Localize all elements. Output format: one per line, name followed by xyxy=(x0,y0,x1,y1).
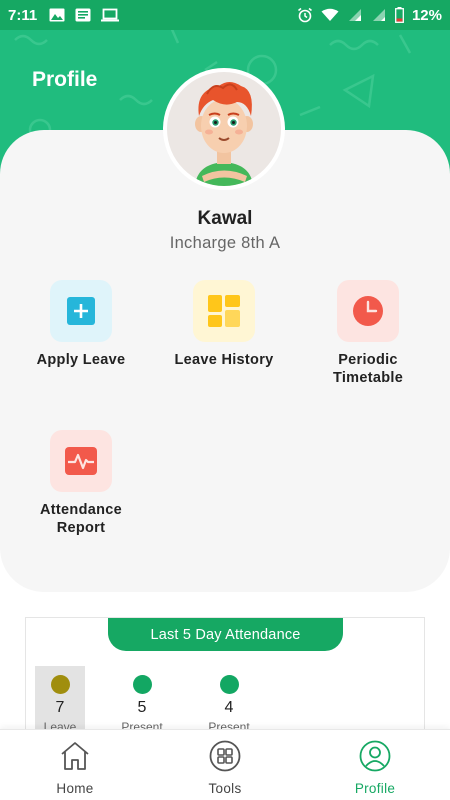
attendance-count: 5 xyxy=(137,699,147,716)
attendance-count: 4 xyxy=(224,699,234,716)
bottom-navigation: Home Tools Profile xyxy=(0,729,450,800)
image-icon xyxy=(49,8,65,22)
leave-history-label: Leave History xyxy=(174,352,274,368)
news-icon xyxy=(75,8,91,22)
clock-icon xyxy=(337,280,399,342)
signal-icon xyxy=(372,9,385,21)
user-name: Kawal xyxy=(197,208,253,229)
attendance-title: Last 5 Day Attendance xyxy=(108,618,343,651)
periodic-timetable-label: Periodic Timetable xyxy=(332,352,404,386)
attendance-day-item[interactable]: 5 Present xyxy=(117,666,167,736)
user-icon xyxy=(359,740,391,772)
plus-square-icon xyxy=(50,280,112,342)
alarm-icon xyxy=(297,7,312,23)
nav-home[interactable]: Home xyxy=(25,740,125,796)
user-role: Incharge 8th A xyxy=(169,234,281,252)
attendance-card: Last 5 Day Attendance 7 Leave 5 Present … xyxy=(25,617,425,747)
battery-percent: 12% xyxy=(411,6,442,24)
status-bar: 7:11 12% xyxy=(0,0,450,30)
nav-profile-label: Profile xyxy=(354,781,396,796)
laptop-icon xyxy=(101,8,120,22)
leave-history-button[interactable]: Leave History xyxy=(164,280,284,369)
apply-leave-label: Apply Leave xyxy=(36,352,126,368)
present-status-dot xyxy=(132,675,152,694)
present-status-dot xyxy=(219,675,239,694)
dashboard-grid-icon xyxy=(193,280,255,342)
attendance-count: 7 xyxy=(55,699,65,716)
apply-leave-button[interactable]: Apply Leave xyxy=(21,280,141,369)
attendance-day-item[interactable]: 4 Present xyxy=(204,666,254,736)
battery-icon xyxy=(395,7,404,23)
nav-profile[interactable]: Profile xyxy=(325,740,425,796)
signal-icon xyxy=(348,9,361,21)
page-title: Profile xyxy=(32,68,98,91)
attendance-report-button[interactable]: Attendance Report xyxy=(21,430,141,537)
attendance-report-label: Attendance Report xyxy=(40,502,122,536)
home-icon xyxy=(61,742,89,770)
grid-icon xyxy=(209,740,241,772)
attendance-day-item[interactable]: 7 Leave xyxy=(35,666,85,736)
wifi-icon xyxy=(321,8,339,21)
avatar[interactable] xyxy=(163,68,285,190)
pulse-chart-icon xyxy=(50,430,112,492)
leave-status-dot xyxy=(50,675,70,694)
avatar-illustration xyxy=(167,72,281,186)
nav-tools-label: Tools xyxy=(208,781,242,796)
periodic-timetable-button[interactable]: Periodic Timetable xyxy=(308,280,428,387)
status-time: 7:11 xyxy=(8,6,38,24)
nav-home-label: Home xyxy=(56,781,94,796)
nav-tools[interactable]: Tools xyxy=(175,740,275,796)
